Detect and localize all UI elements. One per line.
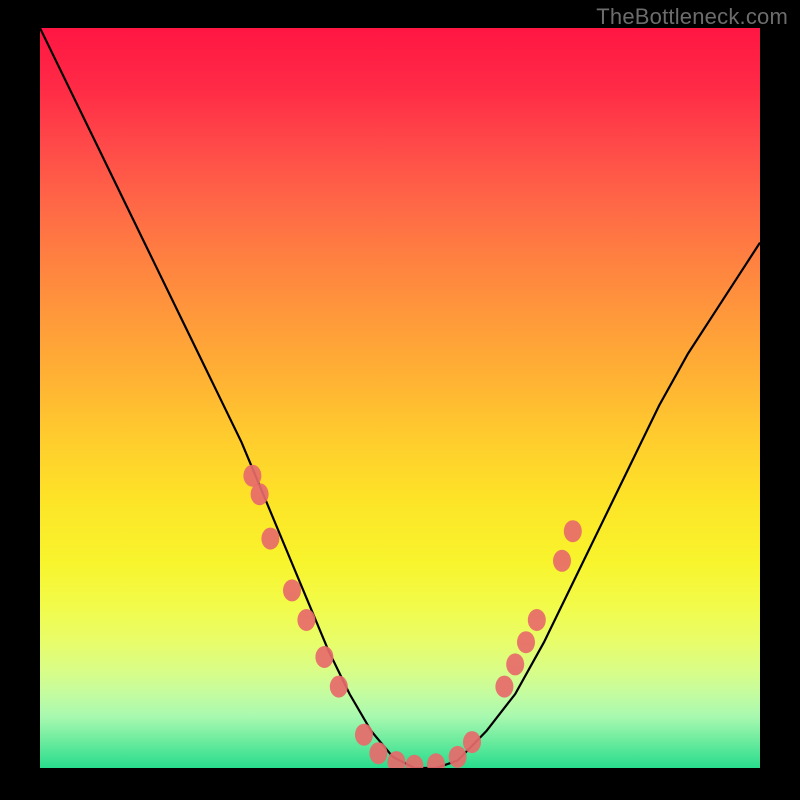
data-marker [564, 520, 582, 542]
chart-svg [40, 28, 760, 768]
data-marker [283, 579, 301, 601]
data-marker [297, 609, 315, 631]
data-marker [517, 631, 535, 653]
data-markers [243, 465, 581, 768]
data-marker [528, 609, 546, 631]
data-marker [330, 676, 348, 698]
data-marker [449, 746, 467, 768]
data-marker [553, 550, 571, 572]
data-marker [405, 755, 423, 768]
data-marker [506, 653, 524, 675]
data-marker [463, 731, 481, 753]
bottleneck-curve [40, 28, 760, 768]
data-marker [261, 528, 279, 550]
data-marker [495, 676, 513, 698]
plot-area [40, 28, 760, 768]
data-marker [369, 742, 387, 764]
data-marker [251, 483, 269, 505]
data-marker [427, 753, 445, 768]
watermark-text: TheBottleneck.com [596, 4, 788, 30]
data-marker [315, 646, 333, 668]
data-marker [355, 724, 373, 746]
chart-frame: TheBottleneck.com [0, 0, 800, 800]
